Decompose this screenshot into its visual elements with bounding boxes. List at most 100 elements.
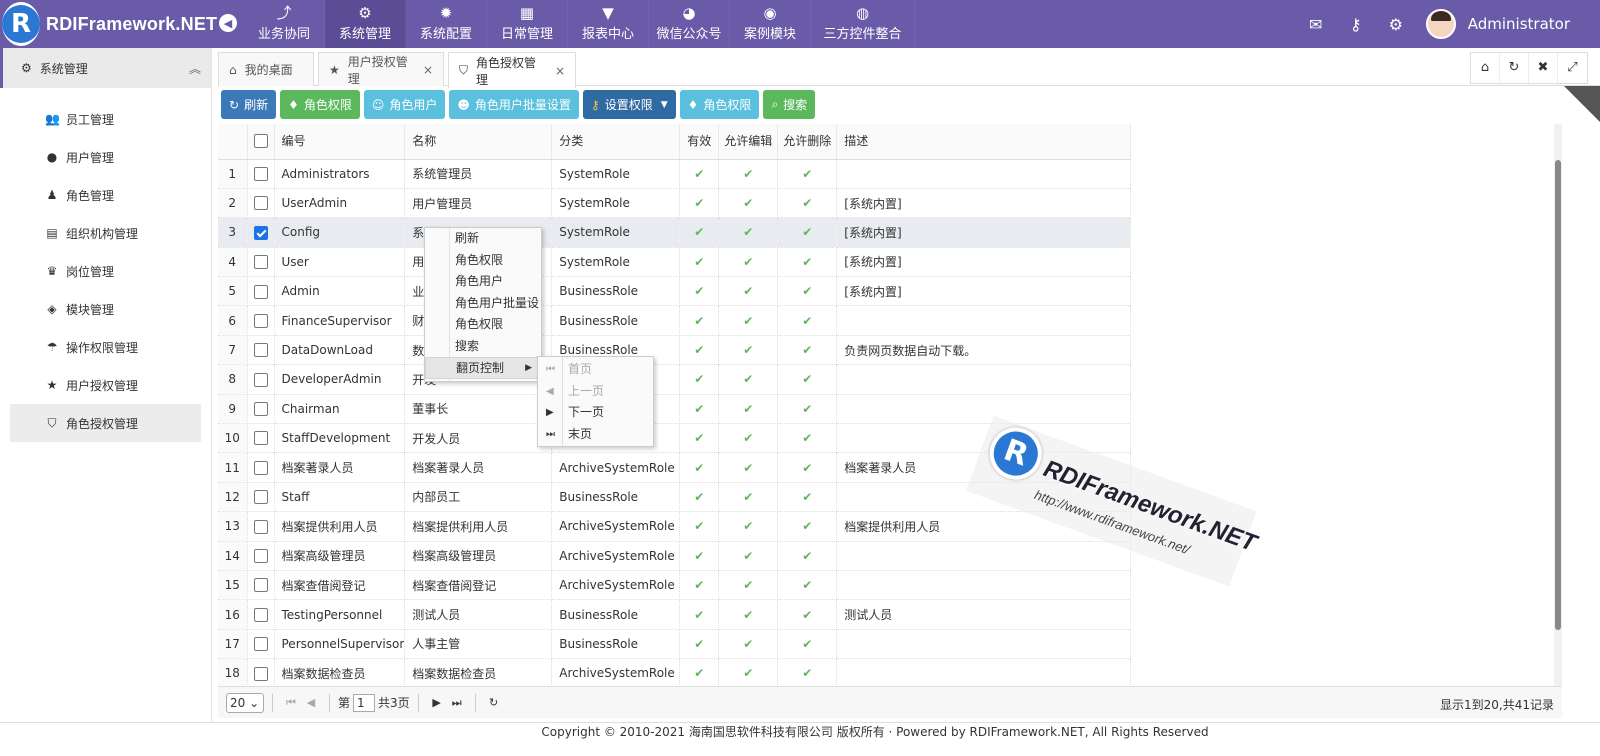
sidebar-item-user[interactable]: ● 用户管理	[10, 138, 201, 176]
tab-role-authorization[interactable]: ⛉ 角色授权管理 ×	[448, 52, 576, 88]
nav-system-management[interactable]: ⚙ 系统管理	[325, 0, 406, 48]
col-enabled[interactable]: 有效	[679, 124, 720, 160]
last-page-icon[interactable]: ⏭	[447, 696, 467, 710]
row-checkbox[interactable]	[253, 637, 268, 652]
nav-case-module[interactable]: ◉ 案例模块	[730, 0, 811, 48]
row-checkbox[interactable]	[253, 313, 268, 328]
vertical-scrollbar[interactable]	[1554, 124, 1562, 686]
row-checkbox[interactable]	[253, 166, 268, 181]
next-page-icon[interactable]: ▶	[427, 696, 447, 709]
nav-business-collab[interactable]: ⤴ 业务协同	[244, 0, 325, 48]
page-number-input[interactable]: 1	[353, 693, 376, 712]
table-row[interactable]: 1 Administrators 系统管理员 SystemRole ✔ ✔ ✔	[218, 159, 1132, 189]
set-permission-button[interactable]: ⚷ 设置权限 ▼	[582, 90, 676, 119]
app-logo[interactable]: R RDIFramework.NET	[0, 0, 217, 48]
menu-item-refresh[interactable]: 刷新	[425, 228, 541, 250]
row-checkbox[interactable]	[247, 423, 275, 454]
table-row[interactable]: 9 Chairman 董事长 ✔ ✔ ✔	[218, 394, 1132, 425]
row-checkbox[interactable]	[247, 188, 275, 219]
row-checkbox[interactable]	[253, 431, 268, 446]
menu-item-role-permission[interactable]: 角色权限	[425, 250, 541, 272]
close-icon[interactable]: ×	[423, 63, 433, 77]
row-checkbox[interactable]	[253, 490, 268, 505]
row-checkbox[interactable]	[253, 284, 268, 299]
row-checkbox[interactable]	[253, 519, 268, 534]
row-checkbox[interactable]	[247, 452, 275, 483]
key-icon[interactable]: ⚷	[1336, 15, 1376, 34]
row-checkbox[interactable]	[253, 225, 268, 240]
col-allow-edit[interactable]: 允许编辑	[718, 124, 779, 160]
nav-system-config[interactable]: ✹ 系统配置	[406, 0, 487, 48]
row-checkbox[interactable]	[247, 570, 275, 601]
collapse-sidebar-icon[interactable]: ◀	[219, 14, 237, 32]
table-row[interactable]: 3Config系统SystemRole✔✔✔[系统内置]	[218, 217, 1132, 248]
row-checkbox[interactable]	[247, 541, 275, 571]
sidebar-header[interactable]: ⚙ 系统管理 ︽	[0, 48, 211, 88]
row-checkbox[interactable]	[247, 335, 275, 366]
row-checkbox[interactable]	[253, 666, 268, 681]
expand-corner[interactable]	[1564, 86, 1600, 122]
refresh-button[interactable]: ↻ 刷新	[221, 90, 277, 119]
col-description[interactable]: 描述	[836, 124, 1132, 160]
menu-item-role-user[interactable]: 角色用户	[425, 271, 541, 293]
row-checkbox[interactable]	[247, 658, 275, 686]
row-checkbox[interactable]	[247, 305, 275, 336]
close-icon[interactable]: ×	[555, 64, 565, 78]
row-checkbox[interactable]	[253, 343, 268, 358]
role-permission-button-2[interactable]: ♦ 角色权限	[679, 90, 760, 119]
menu-item-search[interactable]: 搜索	[425, 336, 541, 358]
table-row[interactable]: 18 档案数据检查员 档案数据检查员 ArchiveSystemRole ✔ ✔ ✔	[218, 658, 1132, 686]
role-user-batch-button[interactable]: ☻ 角色用户批量设置	[449, 90, 579, 119]
row-checkbox[interactable]	[253, 372, 268, 387]
row-checkbox[interactable]	[247, 217, 275, 248]
row-checkbox[interactable]	[247, 511, 275, 542]
refresh-icon[interactable]: ↻	[1500, 53, 1529, 83]
search-button[interactable]: ⌕ 搜索	[763, 90, 816, 119]
home-icon[interactable]: ⌂	[1471, 53, 1500, 83]
row-checkbox[interactable]	[247, 599, 275, 630]
sidebar-item-role[interactable]: ♟ 角色管理	[10, 176, 201, 214]
table-row[interactable]: 8DeveloperAdmin开发✔✔✔	[218, 364, 1132, 395]
row-checkbox[interactable]	[253, 460, 268, 475]
sidebar-item-role-authorization[interactable]: ⛉ 角色授权管理	[10, 404, 201, 442]
scrollbar-thumb[interactable]	[1555, 160, 1561, 630]
row-checkbox[interactable]	[247, 247, 275, 278]
row-checkbox[interactable]	[247, 159, 275, 189]
sidebar-item-organization[interactable]: ▤ 组织机构管理	[10, 214, 201, 252]
nav-wechat[interactable]: ◕ 微信公众号	[649, 0, 730, 48]
table-row[interactable]: 17 PersonnelSupervisor 人事主管 BusinessRole ✔ ✔ ✔	[218, 629, 1132, 660]
settings-icon[interactable]: ⚙	[1376, 15, 1416, 34]
sidebar-item-module[interactable]: ◈ 模块管理	[10, 290, 201, 328]
row-checkbox[interactable]	[247, 394, 275, 425]
table-row[interactable]: 13 档案提供利用人员 档案提供利用人员 ArchiveSystemRole ✔ ✔ ✔ 档案…	[218, 511, 1132, 542]
table-row[interactable]: 10 StaffDevelopment 开发人员 ✔ ✔ ✔	[218, 423, 1132, 454]
sidebar-item-user-authorization[interactable]: ★ 用户授权管理	[10, 366, 201, 404]
table-row[interactable]: 2 UserAdmin 用户管理员 SystemRole ✔ ✔ ✔ [系统内置]	[218, 188, 1132, 219]
row-checkbox[interactable]	[253, 607, 268, 622]
nav-third-party[interactable]: ◍ 三方控件整合	[811, 0, 915, 48]
tab-desktop[interactable]: ⌂ 我的桌面	[218, 52, 314, 86]
row-checkbox[interactable]	[247, 482, 275, 513]
table-row[interactable]: 15 档案查借阅登记 档案查借阅登记 ArchiveSystemRole ✔ ✔ ✔	[218, 570, 1132, 601]
sidebar-item-employee[interactable]: 👥 员工管理	[10, 100, 201, 138]
row-checkbox[interactable]	[253, 549, 268, 564]
first-page-icon[interactable]: ⏮	[281, 696, 301, 710]
table-row[interactable]: 12 Staff 内部员工 BusinessRole ✔ ✔ ✔	[218, 482, 1132, 513]
row-checkbox[interactable]	[253, 196, 268, 211]
nav-report-center[interactable]: ▼ 报表中心	[568, 0, 649, 48]
table-row[interactable]: 16 TestingPersonnel 测试人员 BusinessRole ✔ ✔ ✔ 测试人…	[218, 599, 1132, 630]
submenu-next-page[interactable]: ▶ 下一页	[538, 402, 653, 424]
reload-icon[interactable]: ↻	[484, 696, 504, 709]
tab-user-authorization[interactable]: ★ 用户授权管理 ×	[318, 52, 444, 86]
col-allow-delete[interactable]: 允许删除	[777, 124, 838, 160]
select-all-checkbox-cell[interactable]	[247, 124, 275, 160]
menu-item-paging[interactable]: 翻页控制 ▶	[425, 357, 541, 379]
mail-icon[interactable]: ✉	[1296, 15, 1336, 34]
fullscreen-icon[interactable]: ⤢	[1558, 53, 1587, 83]
menu-item-role-user-batch[interactable]: 角色用户批量设	[425, 293, 541, 315]
table-row[interactable]: 14 档案高级管理员 档案高级管理员 ArchiveSystemRole ✔ ✔ ✔	[218, 541, 1132, 571]
page-size-select[interactable]: 20 ⌄	[226, 692, 264, 713]
row-checkbox[interactable]	[247, 276, 275, 307]
role-user-button[interactable]: ☺ 角色用户	[363, 90, 446, 119]
col-category[interactable]: 分类	[551, 124, 681, 160]
